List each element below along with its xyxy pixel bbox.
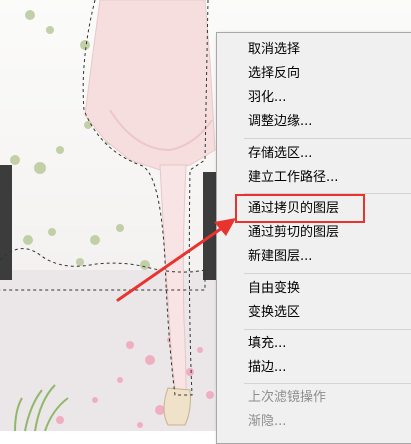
red-arrow-annotation — [116, 218, 236, 302]
